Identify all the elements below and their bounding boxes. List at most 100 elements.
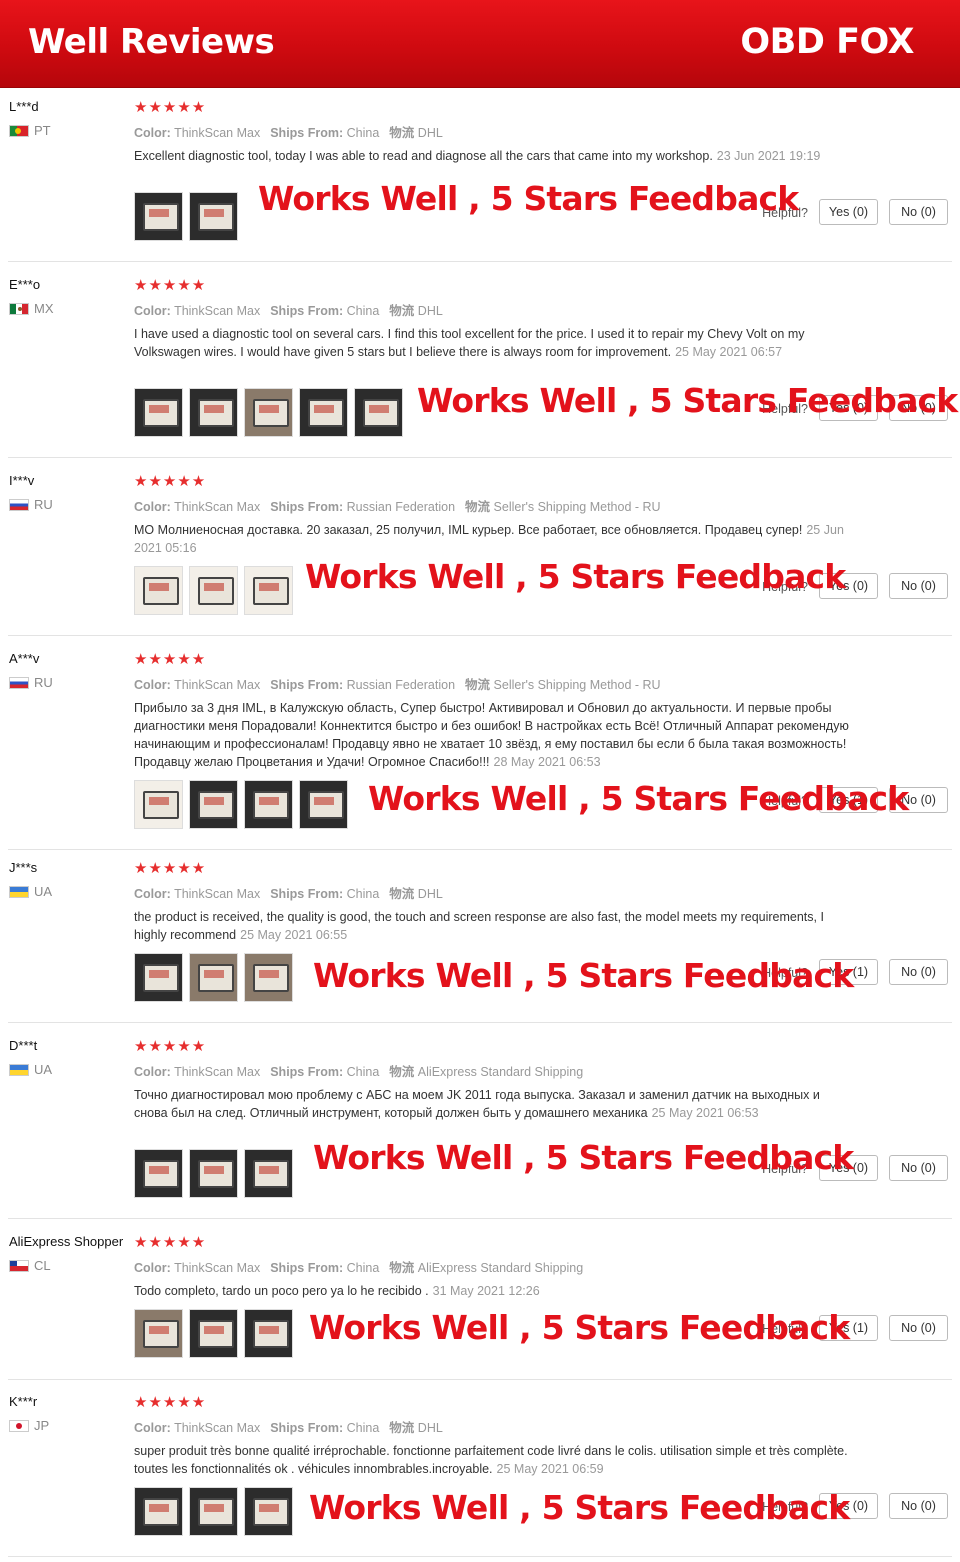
reviewer-country: JP — [9, 1418, 49, 1433]
review-meta: Color: ThinkScan Max Ships From: China 物流 … — [134, 1417, 443, 1436]
method-value: DHL — [417, 126, 443, 140]
color-label: Color: — [134, 1261, 171, 1275]
color-value: ThinkScan Max — [174, 678, 261, 692]
reviewer-name: I***v — [9, 473, 35, 488]
helpful-no-button[interactable]: No (0) — [889, 1155, 948, 1181]
review-text: Excellent diagnostic tool, today I was a… — [134, 147, 850, 165]
review-photos — [134, 192, 238, 241]
review-photo[interactable] — [189, 780, 238, 829]
review-photo[interactable] — [189, 953, 238, 1002]
method-label: 物流 — [389, 1065, 415, 1079]
review-photo[interactable] — [244, 566, 293, 615]
review-date: 25 May 2021 06:55 — [240, 928, 348, 942]
brand-logo: OBD FOX — [740, 22, 914, 62]
review-meta: Color: ThinkScan Max Ships From: China 物流 … — [134, 122, 443, 141]
ships-value: China — [346, 1261, 380, 1275]
method-value: AliExpress Standard Shipping — [417, 1065, 584, 1079]
feedback-overlay: Works Well , 5 Stars Feedback — [417, 381, 958, 420]
reviewer-name: AliExpress Shopper — [9, 1234, 124, 1249]
review-body: the product is received, the quality is … — [134, 910, 824, 942]
reviewer-name: L***d — [9, 99, 39, 114]
ships-label: Ships From: — [270, 126, 344, 140]
color-label: Color: — [134, 304, 171, 318]
review-body: super produit très bonne qualité irrépro… — [134, 1444, 848, 1476]
review-divider — [8, 1022, 952, 1023]
review-photo[interactable] — [134, 566, 183, 615]
reviewer-name: E***o — [9, 277, 41, 292]
reviewer-country: RU — [9, 675, 53, 690]
method-label: 物流 — [389, 126, 415, 140]
review-photo[interactable] — [299, 388, 348, 437]
review-photo[interactable] — [189, 388, 238, 437]
helpful-no-button[interactable]: No (0) — [889, 1315, 948, 1341]
review-divider — [8, 457, 952, 458]
color-value: ThinkScan Max — [174, 1261, 261, 1275]
review-photo[interactable] — [134, 192, 183, 241]
review-photo[interactable] — [299, 780, 348, 829]
feedback-overlay: Works Well , 5 Stars Feedback — [305, 557, 846, 596]
review-photo[interactable] — [134, 1149, 183, 1198]
review-photos — [134, 566, 293, 615]
color-value: ThinkScan Max — [174, 1065, 261, 1079]
country-code: CL — [34, 1258, 51, 1273]
review-date: 25 May 2021 06:53 — [651, 1106, 759, 1120]
helpful-no-button[interactable]: No (0) — [889, 959, 948, 985]
method-value: DHL — [417, 304, 443, 318]
ships-label: Ships From: — [270, 1421, 344, 1435]
review-photos — [134, 388, 403, 437]
review-photo[interactable] — [244, 953, 293, 1002]
helpful-no-button[interactable]: No (0) — [889, 1493, 948, 1519]
review-photo[interactable] — [244, 1487, 293, 1536]
review-divider — [8, 1218, 952, 1219]
ships-value: China — [346, 887, 380, 901]
review-photo[interactable] — [134, 780, 183, 829]
helpful-no-button[interactable]: No (0) — [889, 573, 948, 599]
review-photo[interactable] — [244, 1309, 293, 1358]
review-photo[interactable] — [244, 1149, 293, 1198]
review-text: the product is received, the quality is … — [134, 908, 850, 944]
color-label: Color: — [134, 1421, 171, 1435]
jp-flag-icon — [9, 1419, 29, 1432]
review-photo[interactable] — [189, 1309, 238, 1358]
ships-label: Ships From: — [270, 1261, 344, 1275]
helpful-yes-button[interactable]: Yes (0) — [819, 199, 878, 225]
method-value: DHL — [417, 887, 443, 901]
header-banner: Well Reviews OBD FOX — [0, 0, 960, 88]
reviewer-country: UA — [9, 884, 52, 899]
country-code: PT — [34, 123, 51, 138]
feedback-overlay: Works Well , 5 Stars Feedback — [258, 179, 799, 218]
review-date: 28 May 2021 06:53 — [493, 755, 601, 769]
review-body: Excellent diagnostic tool, today I was a… — [134, 149, 713, 163]
color-value: ThinkScan Max — [174, 304, 261, 318]
review-photo[interactable] — [189, 192, 238, 241]
review-photo[interactable] — [244, 388, 293, 437]
review-photo[interactable] — [134, 953, 183, 1002]
color-label: Color: — [134, 500, 171, 514]
review-meta: Color: ThinkScan Max Ships From: Russian … — [134, 674, 661, 693]
reviewer-name: D***t — [9, 1038, 38, 1053]
color-label: Color: — [134, 1065, 171, 1079]
review-text: super produit très bonne qualité irrépro… — [134, 1442, 850, 1478]
reviewer-country: PT — [9, 123, 51, 138]
rating-stars: ★★★★★ — [134, 277, 207, 294]
review-photo[interactable] — [354, 388, 403, 437]
review-photos — [134, 1309, 293, 1358]
review-photo[interactable] — [189, 1149, 238, 1198]
reviewer-country: UA — [9, 1062, 52, 1077]
method-value: DHL — [417, 1421, 443, 1435]
color-value: ThinkScan Max — [174, 500, 261, 514]
review-photo[interactable] — [189, 566, 238, 615]
rating-stars: ★★★★★ — [134, 860, 207, 877]
review-photo[interactable] — [134, 1487, 183, 1536]
helpful-no-button[interactable]: No (0) — [889, 199, 948, 225]
review-photo[interactable] — [134, 1309, 183, 1358]
color-label: Color: — [134, 126, 171, 140]
ships-value: China — [346, 1421, 380, 1435]
review-photo[interactable] — [244, 780, 293, 829]
review-photo[interactable] — [134, 388, 183, 437]
country-code: UA — [34, 1062, 53, 1077]
country-code: MX — [34, 301, 54, 316]
review-photo[interactable] — [189, 1487, 238, 1536]
review-divider — [8, 849, 952, 850]
review-divider — [8, 635, 952, 636]
